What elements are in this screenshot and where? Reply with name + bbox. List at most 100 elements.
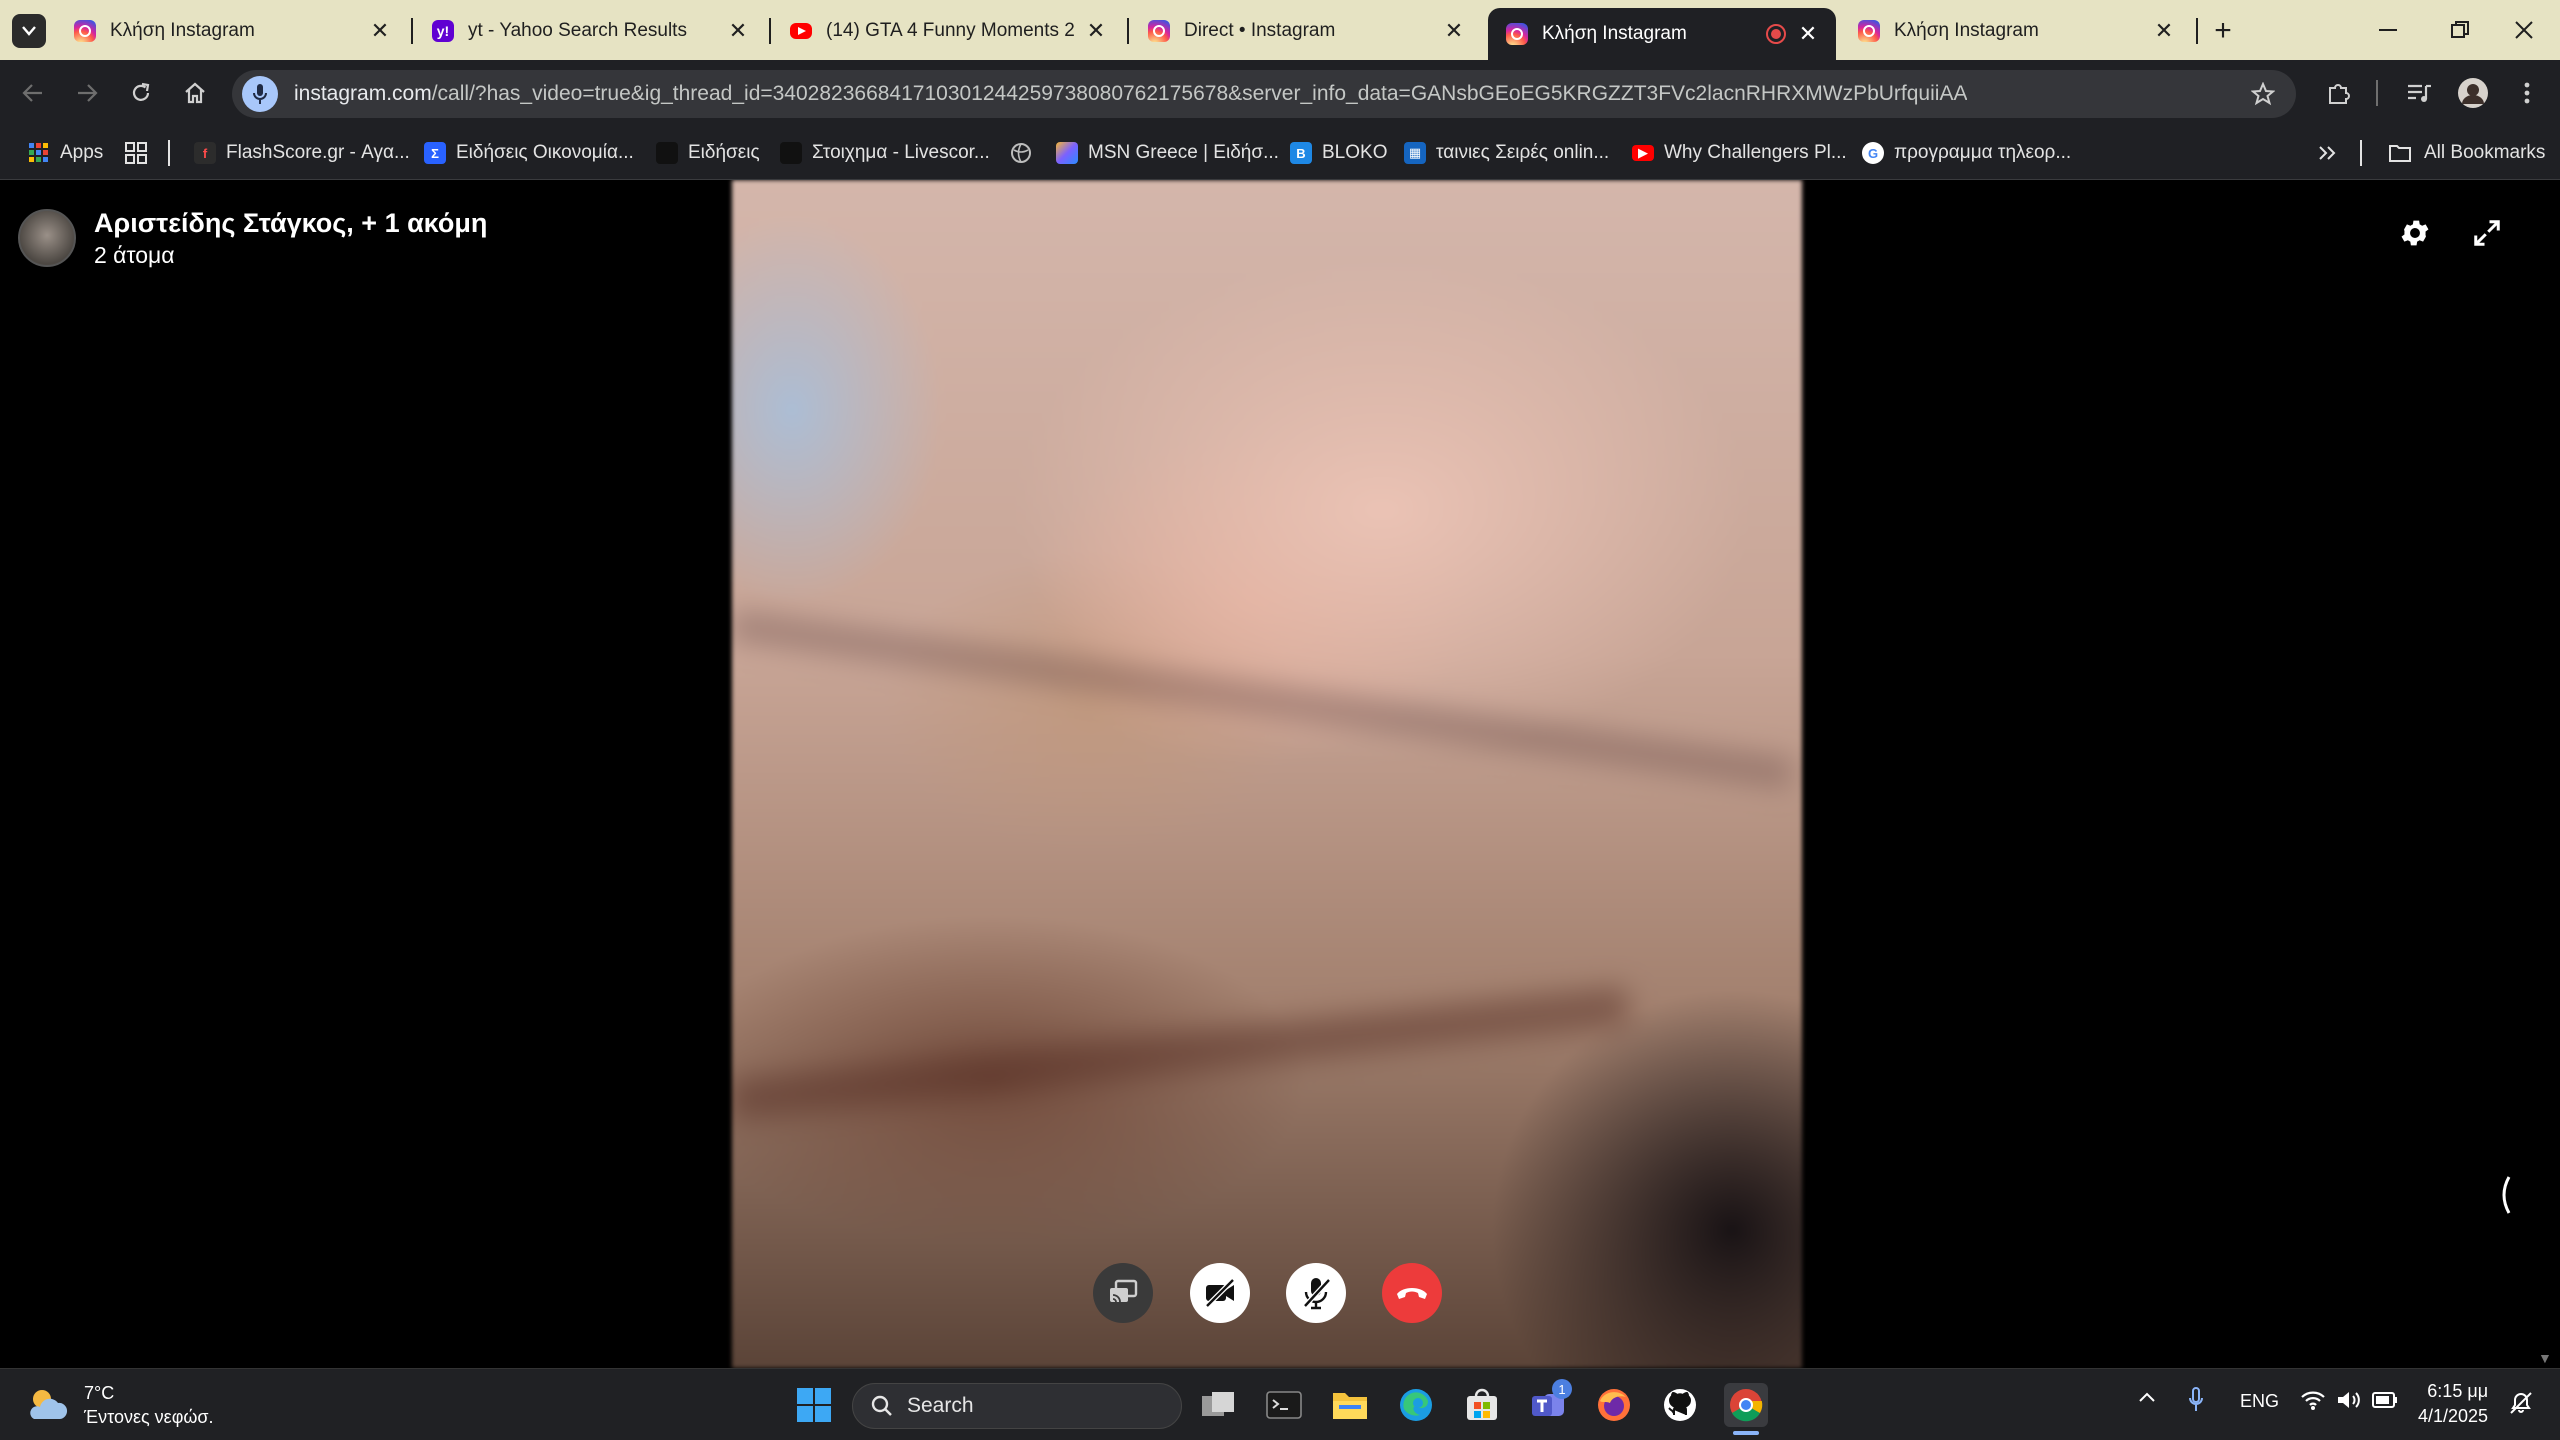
extensions-button[interactable] [2318, 72, 2360, 114]
close-icon[interactable]: ✕ [1440, 17, 1468, 45]
tab-instagram-call-active[interactable]: Κλήση Instagram ✕ [1488, 8, 1836, 60]
yahoo-icon: y! [432, 20, 454, 42]
bookmark-oikonomia[interactable]: Σ Ειδήσεις Οικονομία... [424, 138, 634, 168]
tab-divider [2196, 18, 2198, 44]
bookmark-eidiseis[interactable]: Ειδήσεις [656, 138, 760, 168]
taskbar-search[interactable]: Search [852, 1383, 1182, 1429]
address-bar[interactable]: instagram.com/call/?has_video=true&ig_th… [232, 70, 2296, 118]
close-icon[interactable]: ✕ [1082, 17, 1110, 45]
tab-strip: Κλήση Instagram ✕ y! yt - Yahoo Search R… [0, 0, 2560, 60]
settings-button[interactable] [2390, 208, 2440, 258]
bookmark-label: FlashScore.gr - Αγα... [226, 142, 410, 163]
fullscreen-button[interactable] [2462, 208, 2512, 258]
notifications-button[interactable] [2508, 1389, 2534, 1415]
bookmark-divider [168, 140, 170, 166]
back-button[interactable] [12, 72, 54, 114]
profile-button[interactable] [2452, 72, 2494, 114]
show-hidden-icons-button[interactable] [2138, 1391, 2156, 1403]
tab-divider [769, 18, 771, 44]
clock-time: 6:15 μμ [2427, 1381, 2489, 1401]
tab-instagram-call-1[interactable]: Κλήση Instagram ✕ [56, 10, 408, 52]
close-icon[interactable]: ✕ [1794, 20, 1822, 48]
language-indicator[interactable]: ENG [2240, 1391, 2279, 1412]
bookmark-challengers[interactable]: ▶ Why Challengers Pl... [1632, 138, 1847, 168]
instagram-icon [1148, 20, 1170, 42]
tab-title: Direct • Instagram [1184, 20, 1336, 41]
grid-icon [125, 142, 147, 164]
browser-menu-button[interactable] [2506, 72, 2548, 114]
bookmark-label: Ειδήσεις [688, 142, 760, 163]
home-icon [185, 82, 205, 104]
close-icon[interactable]: ✕ [2150, 17, 2178, 45]
chevron-left-icon [2502, 1176, 2511, 1214]
edge-button[interactable] [1394, 1383, 1438, 1427]
clock[interactable]: 6:15 μμ 4/1/2025 [2418, 1379, 2488, 1429]
windows-taskbar: 7°C Έντονες νεφώσ. Search 1 ENG 6:15 μμ … [0, 1368, 2560, 1440]
close-window-button[interactable] [2488, 0, 2560, 60]
bookmark-programma[interactable]: G προγραμμα τηλεορ... [1862, 138, 2071, 168]
firefox-icon [1598, 1389, 1630, 1421]
reload-button[interactable] [120, 72, 162, 114]
teams-button[interactable]: 1 [1526, 1379, 1572, 1427]
bookmark-globe[interactable] [1010, 138, 1032, 168]
video-off-icon [1205, 1278, 1235, 1308]
wifi-icon [2301, 1391, 2325, 1410]
task-view-button[interactable] [1196, 1383, 1240, 1427]
tab-yahoo-search[interactable]: y! yt - Yahoo Search Results ✕ [414, 10, 766, 52]
bookmark-star-icon[interactable] [2248, 79, 2278, 109]
arrow-right-icon [78, 84, 98, 102]
mic-off-button[interactable] [1286, 1263, 1346, 1323]
bookmark-bloko[interactable]: B BLOKO [1290, 138, 1387, 168]
weather-temperature: 7°C [84, 1383, 115, 1403]
bookmark-label: MSN Greece | Ειδήσ... [1088, 142, 1279, 163]
forward-button[interactable] [66, 72, 108, 114]
weather-widget[interactable]: 7°C Έντονες νεφώσ. [24, 1381, 214, 1429]
volume-button[interactable] [2336, 1389, 2362, 1411]
new-tab-button[interactable]: + [2206, 14, 2240, 48]
scroll-down-arrow-icon[interactable]: ▼ [2538, 1350, 2552, 1366]
video-call-area: Αριστείδης Στάγκος, + 1 ακόμη 2 άτομα ▼ [0, 180, 2560, 1368]
bookmark-msn[interactable]: MSN Greece | Ειδήσ... [1056, 138, 1279, 168]
bookmark-tainies[interactable]: ▦ ταινιες Σειρές onlin... [1404, 138, 1609, 168]
wifi-button[interactable] [2300, 1389, 2326, 1411]
share-screen-button[interactable] [1093, 1263, 1153, 1323]
minimize-icon [2379, 29, 2397, 31]
speaker-icon [2338, 1392, 2360, 1408]
tab-youtube-gta[interactable]: (14) GTA 4 Funny Moments 2 - ✕ [772, 10, 1124, 52]
tab-groups-button[interactable] [124, 138, 148, 168]
arrow-left-icon [22, 84, 42, 102]
close-icon[interactable]: ✕ [366, 17, 394, 45]
end-call-button[interactable] [1382, 1263, 1442, 1323]
tab-search-button[interactable] [12, 14, 46, 48]
more-bookmarks-button[interactable] [2318, 138, 2336, 168]
expand-sidebar-button[interactable] [2490, 1170, 2520, 1220]
terminal-button[interactable] [1262, 1383, 1306, 1427]
start-button[interactable] [792, 1383, 836, 1427]
chrome-button[interactable] [1724, 1383, 1768, 1427]
participants-count: 2 άτομα [94, 242, 175, 268]
video-off-button[interactable] [1190, 1263, 1250, 1323]
tab-instagram-call-2[interactable]: Κλήση Instagram ✕ [1840, 10, 2192, 52]
github-button[interactable] [1658, 1383, 1702, 1427]
firefox-button[interactable] [1592, 1383, 1636, 1427]
cast-icon [1110, 1279, 1138, 1303]
microsoft-store-button[interactable] [1460, 1383, 1504, 1427]
bookmark-apps[interactable]: Apps [28, 138, 103, 168]
youtube-icon [790, 23, 812, 39]
microphone-icon[interactable] [242, 76, 278, 112]
home-button[interactable] [174, 72, 216, 114]
file-explorer-button[interactable] [1328, 1383, 1372, 1427]
tab-instagram-direct[interactable]: Direct • Instagram ✕ [1130, 10, 1482, 52]
battery-button[interactable] [2372, 1391, 2398, 1409]
all-bookmarks-button[interactable]: All Bookmarks [2388, 138, 2545, 168]
globe-icon [1011, 143, 1031, 163]
bookmark-stoixima[interactable]: Στοιχημα - Livescor... [780, 138, 990, 168]
media-controls-button[interactable] [2398, 72, 2440, 114]
microphone-tray-button[interactable] [2188, 1387, 2204, 1413]
minimize-button[interactable] [2352, 0, 2424, 60]
restore-button[interactable] [2424, 0, 2496, 60]
close-icon[interactable]: ✕ [724, 17, 752, 45]
bookmark-flashscore[interactable]: f FlashScore.gr - Αγα... [194, 138, 410, 168]
mic-off-icon [1303, 1278, 1331, 1310]
bookmark-label: Ειδήσεις Οικονομία... [456, 142, 634, 163]
